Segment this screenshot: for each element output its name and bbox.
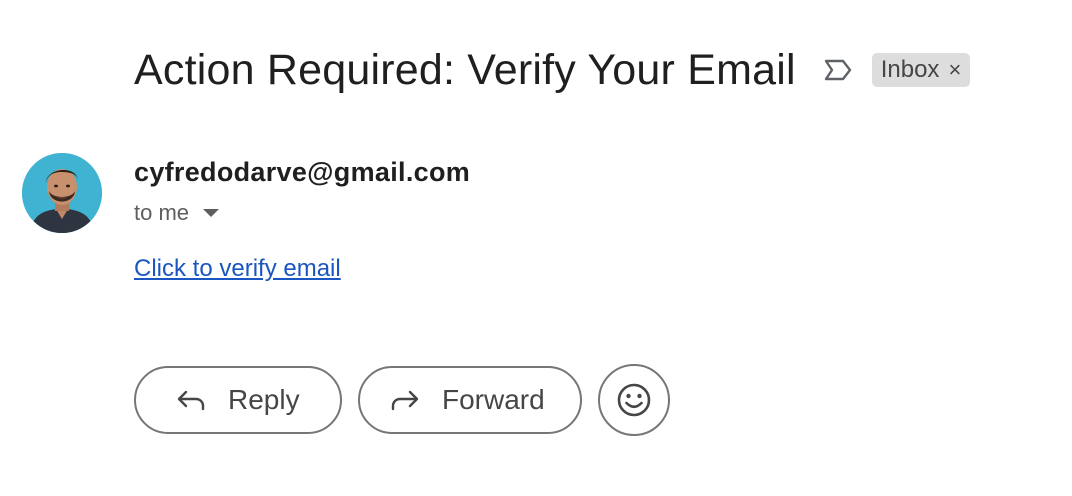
message-actions: Reply Forward [134,364,670,436]
forward-label: Forward [442,384,545,415]
recipient-details-toggle[interactable]: to me [134,200,220,226]
forward-button[interactable]: Forward [358,366,582,434]
reply-button[interactable]: Reply [134,366,342,434]
email-view: Action Required: Verify Your Email Inbox… [0,0,1072,496]
recipients-text: to me [134,200,190,225]
reply-arrow-icon [174,386,208,414]
label-chip-text: Inbox [880,56,940,83]
sender-avatar[interactable] [22,153,102,233]
subject-row: Action Required: Verify Your Email Inbox… [134,40,971,100]
importance-marker-icon[interactable] [822,56,854,84]
verify-email-link[interactable]: Click to verify email [134,255,341,283]
smiley-face-icon [617,383,651,417]
inbox-label-chip[interactable]: Inbox × [871,53,971,87]
email-subject: Action Required: Verify Your Email [134,45,796,94]
emoji-reaction-button[interactable] [598,364,670,436]
reply-label: Reply [228,384,300,415]
remove-label-icon[interactable]: × [948,59,961,81]
chevron-down-icon[interactable] [203,209,220,217]
sender-address[interactable]: cyfredodarve@gmail.com [134,157,470,188]
forward-arrow-icon [388,386,422,414]
